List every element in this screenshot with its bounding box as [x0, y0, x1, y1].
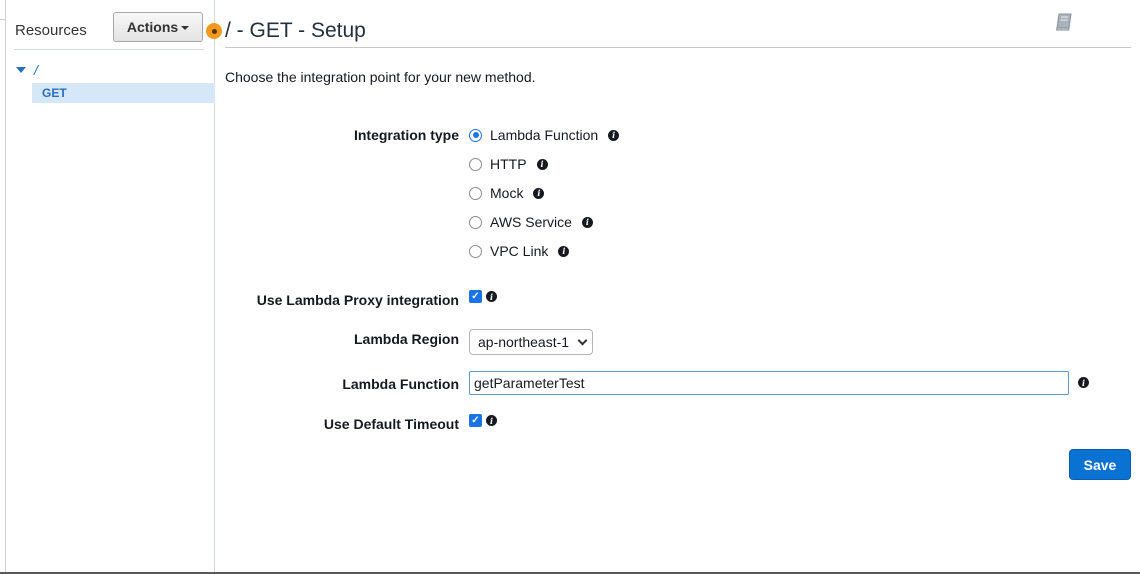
info-icon[interactable]: i [608, 129, 620, 141]
tree-item-get-method[interactable]: GET [32, 83, 215, 103]
radio-option-lambda-function[interactable]: Lambda Function i [469, 127, 620, 143]
integration-type-label: Integration type [353, 127, 459, 143]
info-icon[interactable]: i [533, 187, 545, 199]
resources-sidebar: Resources Actions / GET [6, 0, 215, 572]
book-icon[interactable] [1054, 12, 1074, 32]
info-icon[interactable]: i [1078, 377, 1089, 388]
resize-handle-indicator[interactable] [206, 23, 222, 39]
save-button[interactable]: Save [1069, 449, 1131, 480]
radio-option-mock[interactable]: Mock i [469, 185, 545, 201]
radio-button-aws-service[interactable] [469, 215, 482, 229]
title-divider [225, 47, 1131, 48]
radio-option-aws-service[interactable]: AWS Service i [469, 214, 593, 230]
proxy-integration-label: Use Lambda Proxy integration [256, 292, 459, 308]
chevron-down-icon [577, 335, 588, 345]
info-icon[interactable]: i [536, 158, 548, 170]
page-title: / - GET - Setup [225, 19, 366, 42]
lambda-function-input[interactable] [469, 371, 1069, 395]
radio-label-http: HTTP [490, 156, 527, 172]
radio-button-http[interactable] [469, 157, 482, 171]
sidebar-divider [14, 49, 204, 50]
radio-label-lambda-function: Lambda Function [490, 127, 599, 143]
radio-button-vpc-link[interactable] [469, 244, 482, 258]
actions-label: Actions [126, 19, 179, 35]
info-icon[interactable]: i [486, 415, 497, 426]
info-icon[interactable]: i [558, 245, 570, 257]
tree-root-label: / [34, 62, 38, 78]
resources-title: Resources [15, 22, 87, 39]
default-timeout-control: ✓ i [469, 414, 497, 427]
actions-dropdown-button[interactable]: Actions [113, 12, 203, 42]
proxy-integration-control: ✓ i [469, 290, 497, 303]
radio-option-http[interactable]: HTTP i [469, 156, 548, 172]
lambda-region-select[interactable]: ap-northeast-1 [469, 329, 593, 355]
intro-text: Choose the integration point for your ne… [225, 69, 536, 85]
caret-down-icon [181, 26, 190, 30]
expand-triangle-icon[interactable] [16, 67, 26, 73]
proxy-integration-checkbox[interactable]: ✓ [469, 290, 482, 303]
radio-label-vpc-link: VPC Link [490, 243, 549, 259]
lambda-region-value: ap-northeast-1 [478, 334, 570, 350]
tree-item-root[interactable]: / [16, 62, 38, 78]
lambda-function-label: Lambda Function [342, 376, 459, 392]
radio-button-mock[interactable] [469, 186, 482, 200]
radio-option-vpc-link[interactable]: VPC Link i [469, 243, 570, 259]
radio-button-lambda-function[interactable] [469, 128, 482, 142]
default-timeout-label: Use Default Timeout [323, 416, 459, 432]
info-icon[interactable]: i [486, 291, 497, 302]
default-timeout-checkbox[interactable]: ✓ [469, 414, 482, 427]
radio-label-aws-service: AWS Service [490, 214, 572, 230]
info-icon[interactable]: i [581, 216, 593, 228]
radio-label-mock: Mock [490, 185, 524, 201]
lambda-region-label: Lambda Region [353, 331, 459, 347]
